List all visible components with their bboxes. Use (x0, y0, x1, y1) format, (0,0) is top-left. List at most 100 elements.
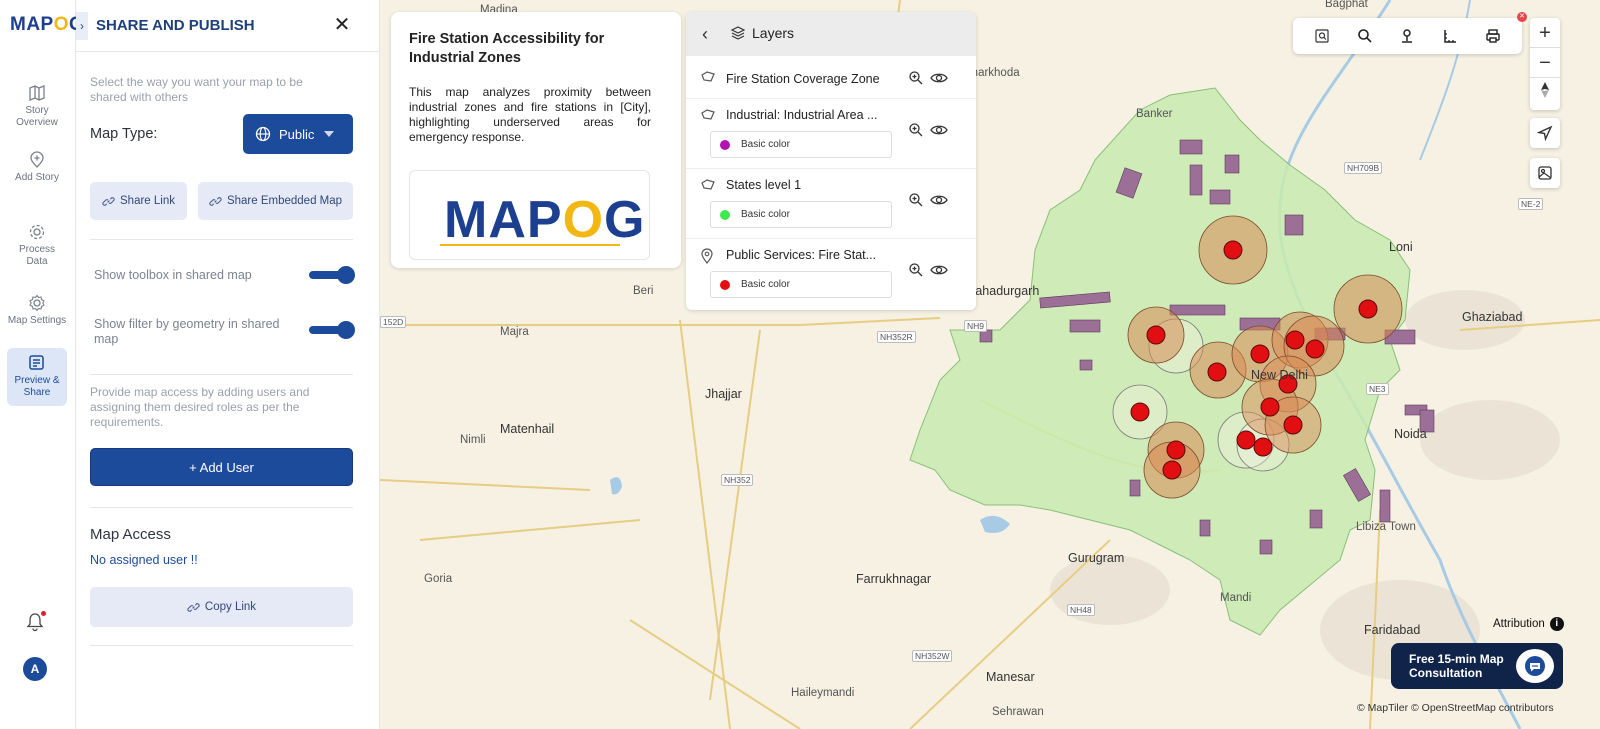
road-tag: 152D (380, 316, 407, 328)
add-user-button[interactable]: + Add User (90, 448, 353, 486)
rail-item-map-settings[interactable]: Map Settings (7, 288, 67, 333)
rail-item-process-data[interactable]: Process Data (7, 217, 67, 274)
story-description: This map analyzes proximity between indu… (409, 85, 651, 144)
layers-header: ‹ Layers (686, 12, 976, 56)
settings-icon (29, 294, 45, 312)
basemap-icon (1538, 166, 1552, 180)
map-copyright: © MapTiler © OpenStreetMap contributors (1357, 702, 1554, 714)
zoom-in-button[interactable]: + (1530, 18, 1560, 48)
collapse-panel-chevron-icon[interactable]: › (76, 12, 88, 40)
panel-title: SHARE AND PUBLISH (96, 17, 255, 34)
zoom-to-layer-icon[interactable] (908, 122, 924, 138)
layer-style-button[interactable]: Basic color (710, 131, 892, 158)
rail-item-add-story[interactable]: Add Story (7, 145, 67, 190)
layer-row: Fire Station Coverage Zone (686, 56, 976, 99)
search-icon[interactable] (1357, 28, 1373, 44)
zoom-to-layer-icon[interactable] (908, 70, 924, 86)
layer-name: States level 1 (726, 178, 802, 192)
map-search-icon[interactable] (1314, 28, 1330, 44)
toggle-knob (337, 266, 355, 284)
compass-button[interactable] (1530, 78, 1560, 108)
road-tag: NH48 (1067, 604, 1095, 616)
place-label: Bahadurgarh (967, 284, 1040, 298)
link-icon (187, 602, 200, 612)
layers-icon (730, 26, 746, 40)
chat-icon[interactable] (1516, 649, 1554, 683)
info-icon[interactable]: i (1549, 617, 1564, 631)
eye-icon[interactable] (930, 70, 948, 86)
chevron-left-icon[interactable]: ‹ (702, 24, 708, 45)
rail-item-preview-share[interactable]: Preview & Share (7, 348, 67, 406)
place-label: Faridabad (1364, 623, 1421, 637)
mapog-logo[interactable]: MAPOG (10, 14, 84, 36)
place-label: Noida (1394, 427, 1427, 441)
place-label: Beri (633, 285, 654, 297)
share-description: Select the way you want your map to be s… (90, 75, 303, 104)
layer-row: Public Services: Fire Stat... Basic colo… (686, 239, 976, 310)
map-icon (29, 85, 45, 101)
close-icon[interactable]: ✕ (332, 14, 352, 36)
layer-style-button[interactable]: Basic color (710, 271, 892, 298)
measure-icon[interactable] (1442, 28, 1458, 44)
zoom-control: + − (1530, 18, 1560, 110)
place-label: Mandi (1220, 592, 1252, 604)
road-tag: NH352 (721, 474, 754, 486)
place-label: Nimli (460, 434, 486, 446)
place-label: Loni (1389, 240, 1413, 254)
point-layer-icon (701, 248, 713, 264)
avatar[interactable]: A (23, 657, 47, 681)
zoom-to-layer-icon[interactable] (908, 192, 924, 208)
rail-item-story-overview[interactable]: Story Overview (7, 78, 67, 135)
layer-name: Public Services: Fire Stat... (726, 248, 877, 262)
share-panel-header: › SHARE AND PUBLISH ✕ (76, 0, 380, 52)
rail-item-label: Map Settings (7, 315, 67, 326)
location-pin-icon[interactable] (1399, 28, 1415, 44)
road-tag: NH709B (1344, 162, 1383, 174)
layer-style-button[interactable]: Basic color (710, 201, 892, 228)
notification-bell-icon[interactable] (26, 611, 46, 637)
color-swatch (720, 280, 730, 290)
toggle-toolbox[interactable] (309, 266, 355, 284)
layer-row: States level 1 Basic color (686, 169, 976, 239)
link-icon (102, 196, 115, 206)
eye-icon[interactable] (930, 262, 948, 278)
layer-name: Fire Station Coverage Zone (726, 72, 880, 86)
place-label: New Delhi (1251, 368, 1308, 382)
toggle-filter-geometry[interactable] (309, 321, 355, 339)
map-type-select[interactable]: Public (243, 114, 353, 154)
road-tag: NH9 (964, 320, 988, 332)
globe-icon (255, 126, 271, 142)
rail-item-label: Add Story (15, 172, 59, 183)
share-embedded-map-button[interactable]: Share Embedded Map (198, 182, 353, 220)
style-label: Basic color (741, 209, 790, 220)
copy-link-button[interactable]: Copy Link (90, 587, 353, 627)
road-tag: NE3 (1366, 383, 1389, 395)
layer-row: Industrial: Industrial Area ... Basic co… (686, 99, 976, 169)
zoom-to-layer-icon[interactable] (908, 262, 924, 278)
eye-icon[interactable] (930, 192, 948, 208)
zoom-out-button[interactable]: − (1530, 48, 1560, 78)
style-label: Basic color (741, 139, 790, 150)
place-label: Bagphat (1325, 0, 1368, 10)
share-link-label: Share Link (120, 195, 175, 207)
place-label: Haileymandi (791, 687, 855, 699)
copy-link-label: Copy Link (204, 601, 257, 613)
consultation-banner[interactable]: Free 15-min Map Consultation (1391, 643, 1563, 689)
chevron-down-icon (324, 131, 335, 137)
rail-item-label: Preview & Share (14, 375, 60, 398)
basemap-switch-button[interactable] (1530, 158, 1560, 188)
print-icon[interactable] (1485, 28, 1501, 44)
divider (90, 239, 353, 240)
attribution[interactable]: Attribution i (1493, 617, 1564, 631)
story-info-card: Fire Station Accessibility for Industria… (391, 12, 681, 268)
layers-title: Layers (752, 25, 795, 41)
close-toolbar-icon[interactable]: ✕ (1517, 12, 1527, 22)
place-label: Matenhail (500, 422, 555, 436)
divider (90, 507, 353, 508)
place-label: Jhajjar (705, 387, 742, 401)
eye-icon[interactable] (930, 122, 948, 138)
polygon-layer-icon (701, 109, 715, 120)
geolocate-button[interactable] (1530, 118, 1560, 148)
share-link-button[interactable]: Share Link (90, 182, 187, 220)
layers-panel: ‹ Layers Fire Station Coverage Zone Indu… (686, 12, 976, 310)
